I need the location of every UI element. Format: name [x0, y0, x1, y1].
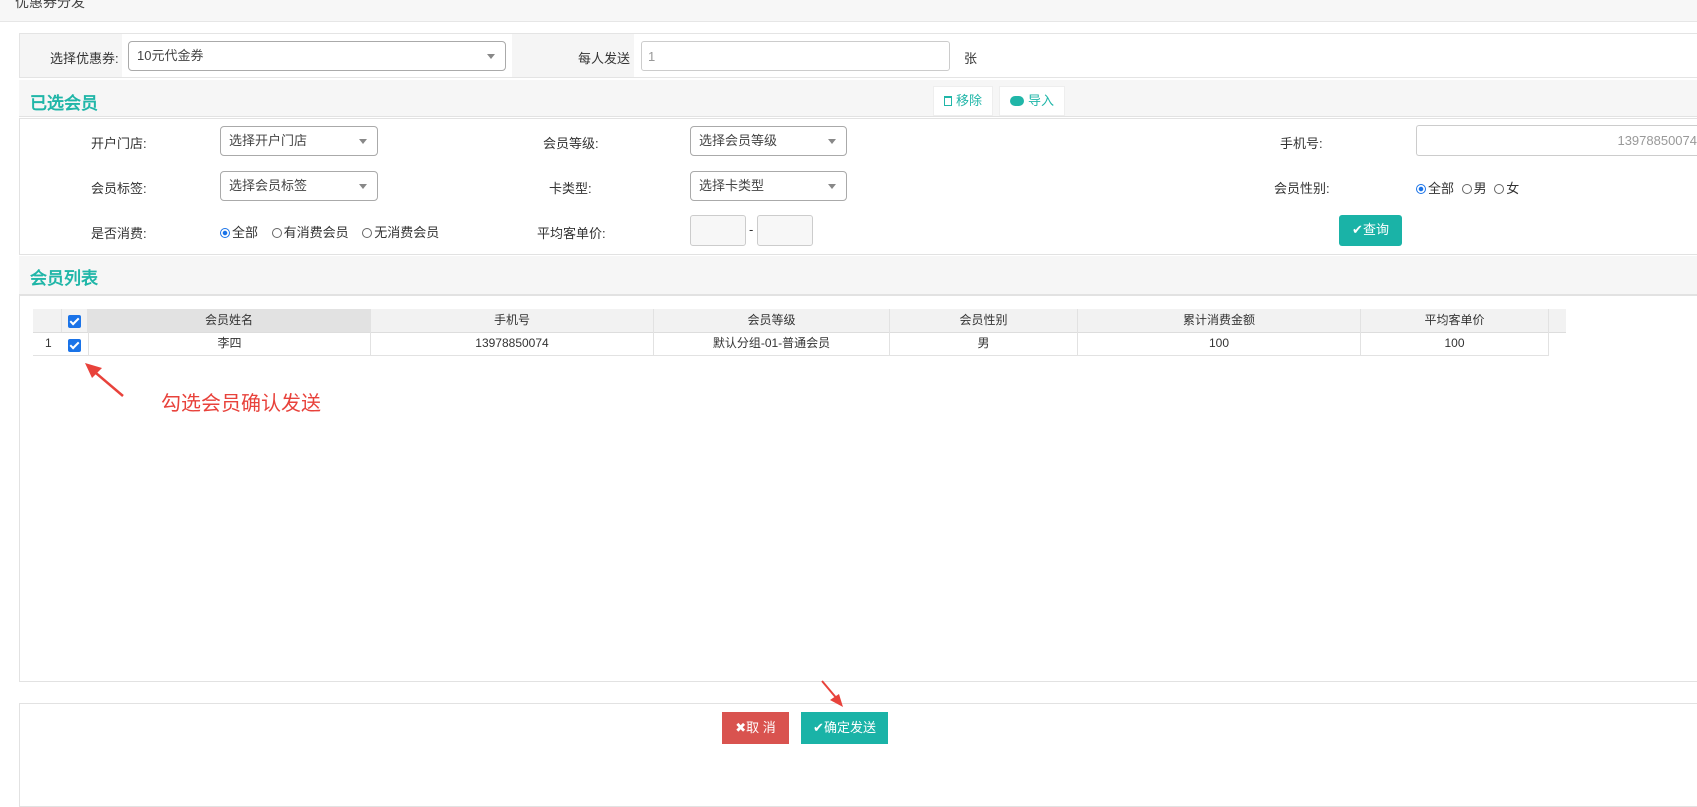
cell-level: 默认分组-01-普通会员 — [654, 332, 890, 355]
avg-price-max-input[interactable] — [757, 215, 813, 246]
gender-label: 会员性别: — [1274, 181, 1330, 196]
cancel-label: 取 消 — [746, 720, 776, 735]
import-button[interactable]: 导入 — [999, 86, 1066, 116]
consume-radio-group: 全部 有消费会员 无消费会员 — [220, 222, 449, 241]
column-header-phone[interactable]: 手机号 — [371, 309, 654, 332]
per-person-value: 1 — [648, 49, 656, 64]
check-icon: ✔ — [1352, 222, 1363, 237]
chevron-down-icon — [828, 139, 836, 144]
selected-members-header — [19, 80, 1697, 117]
member-list-title: 会员列表 — [30, 269, 98, 288]
unit-label: 张 — [964, 51, 978, 66]
gender-radio-male[interactable]: 男 — [1461, 181, 1487, 196]
avg-price-separator: - — [749, 222, 754, 237]
coupon-select[interactable]: 10元代金券 — [128, 41, 506, 71]
gender-option-label: 全部 — [1428, 181, 1455, 196]
annotation-arrow-icon — [821, 680, 843, 707]
cell-total: 100 — [1078, 332, 1361, 355]
column-header-avg[interactable]: 平均客单价 — [1361, 309, 1549, 332]
gender-option-label: 女 — [1506, 181, 1520, 196]
coupon-select-value: 10元代金券 — [137, 48, 204, 63]
card-type-select-value: 选择卡类型 — [699, 178, 765, 193]
consume-radio-all[interactable]: 全部 — [220, 225, 258, 240]
coupon-select-label: 选择优惠券: — [50, 51, 119, 66]
confirm-send-label: 确定发送 — [823, 720, 876, 735]
row-number-header — [33, 309, 62, 332]
consume-label: 是否消费: — [91, 226, 147, 241]
chevron-down-icon — [359, 139, 367, 144]
close-icon: ✖ — [735, 720, 747, 735]
annotation-text: 勾选会员确认发送 — [161, 393, 321, 415]
column-header-total[interactable]: 累计消费金额 — [1078, 309, 1361, 332]
card-type-select[interactable]: 选择卡类型 — [690, 171, 847, 201]
avg-price-min-input[interactable] — [690, 215, 746, 246]
column-header-gender[interactable]: 会员性别 — [890, 309, 1078, 332]
select-all-checkbox[interactable] — [68, 315, 81, 328]
check-icon: ✔ — [813, 720, 824, 735]
cell-gender: 男 — [890, 332, 1078, 355]
consume-radio-no[interactable]: 无消费会员 — [362, 225, 439, 240]
level-label: 会员等级: — [543, 136, 599, 151]
radio-checked-icon — [1416, 184, 1426, 194]
store-select-value: 选择开户门店 — [229, 133, 308, 148]
cell-avg: 100 — [1361, 332, 1549, 355]
cloud-upload-icon — [1010, 96, 1024, 106]
level-select[interactable]: 选择会员等级 — [690, 126, 847, 156]
gender-radio-group: 全部 男 女 — [1416, 178, 1529, 197]
phone-label: 手机号: — [1280, 136, 1323, 151]
per-person-input[interactable]: 1 — [641, 41, 950, 71]
per-person-label: 每人发送 — [578, 51, 631, 66]
import-label: 导入 — [1028, 93, 1055, 108]
chevron-down-icon — [487, 54, 495, 59]
page-title-bar — [0, 0, 1697, 22]
avg-price-label: 平均客单价: — [537, 226, 606, 241]
chevron-down-icon — [828, 184, 836, 189]
cell-name: 李四 — [88, 332, 371, 355]
cancel-button[interactable]: ✖取 消 — [722, 712, 789, 744]
store-label: 开户门店: — [91, 136, 147, 151]
phone-value: 13978850074 — [1617, 133, 1697, 148]
confirm-send-button[interactable]: ✔确定发送 — [801, 712, 888, 744]
row-number: 1 — [45, 336, 52, 350]
tag-select[interactable]: 选择会员标签 — [220, 171, 378, 201]
selected-members-title: 已选会员 — [30, 94, 98, 113]
consume-option-label: 有消费会员 — [283, 225, 349, 240]
gender-option-label: 男 — [1473, 181, 1487, 196]
gender-radio-all[interactable]: 全部 — [1416, 181, 1454, 196]
consume-option-label: 全部 — [232, 225, 259, 240]
card-type-label: 卡类型: — [549, 181, 592, 196]
trash-icon — [944, 96, 952, 106]
remove-button[interactable]: 移除 — [933, 86, 994, 116]
consume-radio-yes[interactable]: 有消费会员 — [271, 225, 349, 240]
radio-icon — [1494, 184, 1505, 194]
consume-option-label: 无消费会员 — [374, 225, 440, 240]
page-title: 优惠券分发 — [15, 0, 85, 10]
query-label: 查询 — [1362, 222, 1389, 237]
member-list-header — [19, 256, 1697, 295]
chevron-down-icon — [359, 184, 367, 189]
level-select-value: 选择会员等级 — [699, 133, 778, 148]
phone-input[interactable]: 13978850074 — [1416, 125, 1697, 156]
tag-label: 会员标签: — [91, 181, 147, 196]
row-checkbox[interactable] — [68, 339, 81, 352]
member-table: 会员姓名 手机号 会员等级 会员性别 累计消费金额 平均客单价 1 李四 139… — [33, 309, 1566, 356]
query-button[interactable]: ✔查询 — [1339, 215, 1402, 246]
gender-radio-female[interactable]: 女 — [1494, 181, 1519, 196]
annotation-arrow-icon — [85, 363, 124, 397]
column-header-level[interactable]: 会员等级 — [654, 309, 890, 332]
radio-icon — [271, 228, 282, 238]
cell-phone: 13978850074 — [371, 332, 654, 355]
radio-checked-icon — [220, 228, 230, 238]
tag-select-value: 选择会员标签 — [229, 178, 308, 193]
radio-icon — [362, 228, 373, 238]
store-select[interactable]: 选择开户门店 — [220, 126, 378, 156]
remove-label: 移除 — [956, 93, 983, 108]
column-header-name[interactable]: 会员姓名 — [88, 309, 371, 332]
radio-icon — [1461, 184, 1472, 194]
